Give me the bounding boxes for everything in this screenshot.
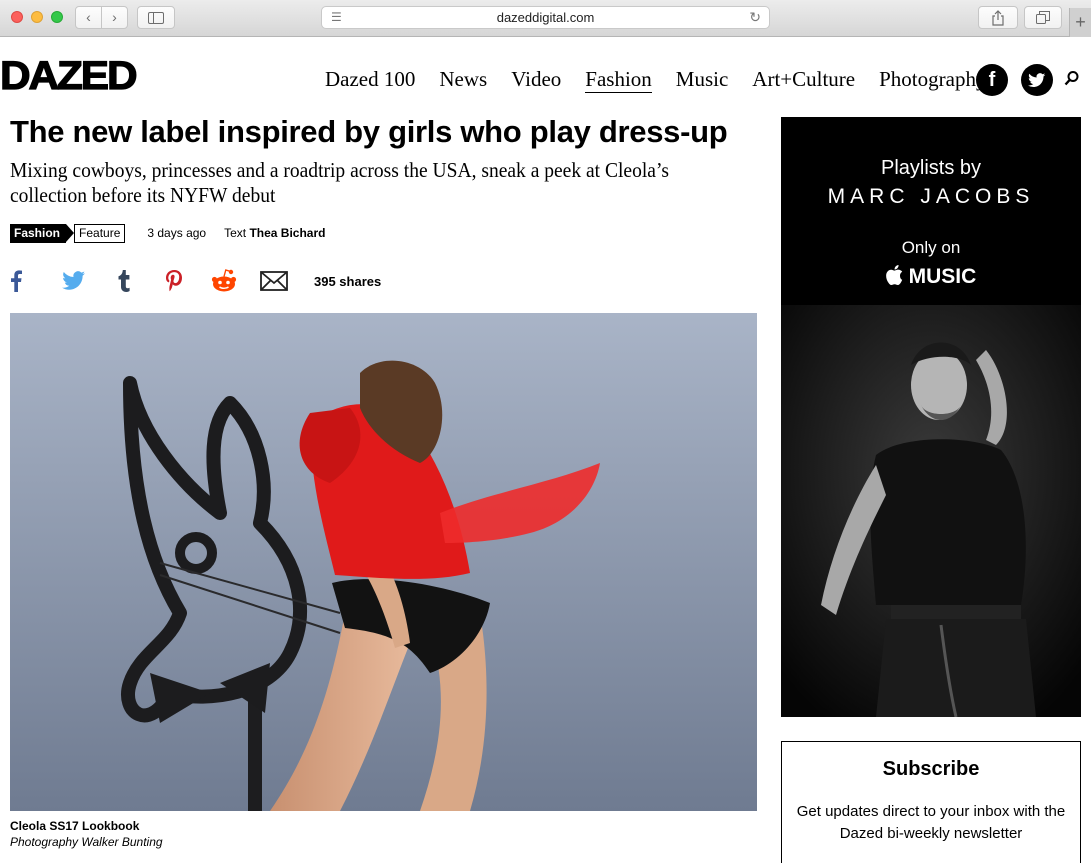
byline: Text Thea Bichard [224, 226, 325, 240]
sidebar-toggle-button[interactable] [137, 6, 175, 29]
hero-illustration [10, 313, 757, 811]
tag-feature[interactable]: Feature [74, 223, 126, 243]
subscribe-text: Get updates direct to your inbox with th… [796, 803, 1066, 842]
nav-item-photography[interactable]: Photography [879, 66, 986, 93]
tag-fashion[interactable]: Fashion [10, 223, 75, 243]
facebook-icon: f [988, 68, 996, 91]
nav-item-dazed-100[interactable]: Dazed 100 [325, 66, 415, 93]
share-icon [992, 9, 1004, 26]
share-facebook-button[interactable] [10, 267, 24, 295]
ad-portrait [781, 305, 1081, 717]
share-pinterest-button[interactable] [160, 267, 188, 295]
address-bar[interactable]: ☰ dazeddigital.com ↻ [321, 6, 770, 29]
fullscreen-window-button[interactable] [51, 11, 63, 23]
ad-service: MUSIC [781, 265, 1081, 289]
byline-prefix: Text [224, 226, 247, 240]
browser-toolbar: ‹ › ☰ dazeddigital.com ↻ + [0, 0, 1091, 37]
twitter-link[interactable] [1021, 64, 1053, 96]
minimize-window-button[interactable] [31, 11, 43, 23]
nav-item-video[interactable]: Video [511, 66, 561, 93]
search-icon[interactable] [1064, 70, 1080, 88]
apple-icon [885, 265, 909, 288]
share-email-button[interactable] [260, 267, 288, 295]
reload-icon[interactable]: ↻ [749, 7, 761, 28]
sidebar-icon [148, 11, 164, 24]
tabs-icon [1036, 11, 1050, 24]
forward-icon[interactable]: › [102, 7, 127, 28]
publish-date: 3 days ago [147, 226, 207, 240]
new-tab-button[interactable]: + [1069, 8, 1091, 37]
share-reddit-button[interactable] [210, 267, 238, 295]
marc-jacobs-ad[interactable]: Playlists by MARC JACOBS Only on MUSIC [781, 117, 1081, 717]
twitter-icon [62, 271, 85, 290]
url-text: dazeddigital.com [496, 10, 595, 25]
share-twitter-button[interactable] [60, 267, 88, 295]
history-nav: ‹ › [75, 6, 128, 29]
nav-item-art-culture[interactable]: Art+Culture [752, 66, 855, 93]
article-meta: Fashion Feature 3 days ago Text Thea Bic… [10, 223, 325, 243]
twitter-icon [1028, 72, 1046, 87]
share-bar: 395 shares [10, 266, 381, 296]
caption-credit: Photography Walker Bunting [10, 835, 163, 849]
subscribe-box[interactable]: Subscribe Get updates direct to your inb… [781, 741, 1081, 863]
share-tumblr-button[interactable] [110, 267, 138, 295]
close-window-button[interactable] [11, 11, 23, 23]
article-standfirst: Mixing cowboys, princesses and a roadtri… [10, 158, 669, 207]
caption-title: Cleola SS17 Lookbook [10, 819, 140, 833]
email-icon [260, 271, 288, 291]
ad-line-only-on: Only on [901, 238, 961, 257]
show-tabs-button[interactable] [1024, 6, 1062, 29]
back-icon[interactable]: ‹ [76, 7, 102, 28]
facebook-icon [11, 270, 22, 292]
share-button[interactable] [978, 6, 1018, 29]
author-name[interactable]: Thea Bichard [249, 226, 325, 240]
image-caption: Cleola SS17 Lookbook Photography Walker … [10, 818, 163, 850]
hero-image[interactable] [10, 313, 757, 811]
site-logo[interactable]: DAZED [0, 55, 138, 96]
reddit-icon [211, 269, 237, 292]
ad-service-text: MUSIC [908, 265, 977, 288]
pinterest-icon [166, 270, 182, 292]
share-count: 395 shares [314, 273, 382, 289]
main-nav: Dazed 100 News Video Fashion Music Art+C… [325, 66, 1010, 93]
facebook-link[interactable]: f [976, 64, 1008, 96]
nav-item-music[interactable]: Music [676, 66, 729, 93]
reader-icon[interactable]: ☰ [331, 7, 342, 28]
nav-item-fashion[interactable]: Fashion [585, 66, 652, 93]
article-headline: The new label inspired by girls who play… [10, 114, 728, 149]
nav-item-news[interactable]: News [439, 66, 487, 93]
tumblr-icon [118, 270, 130, 292]
ad-brand: MARC JACOBS [827, 185, 1035, 208]
subscribe-title: Subscribe [882, 758, 980, 780]
ad-line-playlists: Playlists by [880, 157, 982, 179]
